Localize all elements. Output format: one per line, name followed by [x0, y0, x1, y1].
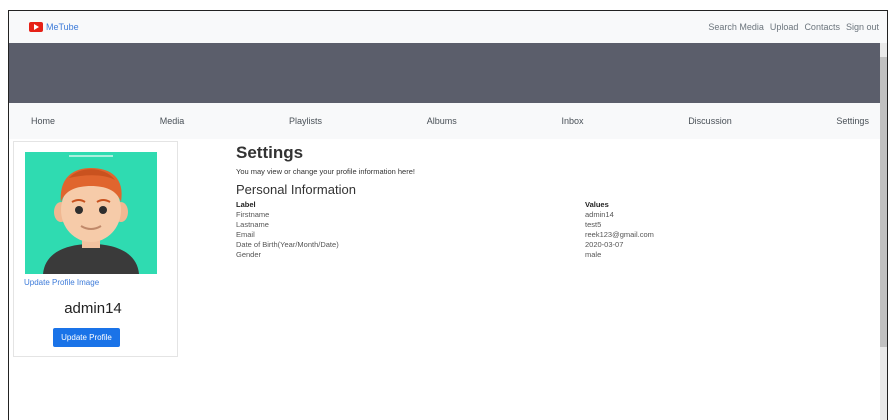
top-navbar: MeTube Search Media Upload Contacts Sign… [9, 11, 887, 43]
row-label: Email [236, 230, 255, 239]
nav-inbox[interactable]: Inbox [561, 116, 583, 126]
table-header-row: Label Values [236, 200, 876, 210]
update-profile-image-link[interactable]: Update Profile Image [24, 278, 99, 287]
avatar-illustration-icon [25, 152, 157, 274]
row-value: admin14 [585, 210, 614, 219]
settings-content: Settings You may view or change your pro… [236, 143, 876, 260]
nav-home[interactable]: Home [31, 116, 55, 126]
browser-viewport: MeTube Search Media Upload Contacts Sign… [8, 10, 888, 420]
header-banner [9, 43, 887, 103]
row-value: 2020-03-07 [585, 240, 624, 249]
brand-logo[interactable]: MeTube [29, 22, 79, 32]
header-label: Label [236, 200, 256, 209]
upload-link[interactable]: Upload [770, 22, 799, 32]
search-media-link[interactable]: Search Media [708, 22, 764, 32]
row-value: test5 [585, 220, 602, 229]
row-value: male [585, 250, 602, 259]
table-row: Date of Birth(Year/Month/Date) 2020-03-0… [236, 240, 876, 250]
table-row: Email reek123@gmail.com [236, 230, 876, 240]
nav-albums[interactable]: Albums [427, 116, 457, 126]
sign-out-link[interactable]: Sign out [846, 22, 879, 32]
row-label: Gender [236, 250, 262, 259]
row-label: Lastname [236, 220, 269, 229]
personal-info-table: Label Values Firstname admin14 Lastname … [236, 200, 876, 260]
avatar [25, 152, 157, 274]
profile-username: admin14 [64, 300, 122, 317]
table-row: Gender male [236, 250, 876, 260]
update-profile-button[interactable]: Update Profile [53, 328, 120, 347]
nav-media[interactable]: Media [160, 116, 185, 126]
scrollbar-thumb[interactable] [880, 57, 887, 347]
nav-discussion[interactable]: Discussion [688, 116, 732, 126]
row-value: reek123@gmail.com [585, 230, 654, 239]
profile-card: Update Profile Image admin14 Update Prof… [13, 141, 178, 357]
table-row: Lastname test5 [236, 220, 876, 230]
top-links: Search Media Upload Contacts Sign out [708, 22, 879, 32]
table-row: Firstname admin14 [236, 210, 876, 220]
row-label: Firstname [236, 210, 270, 219]
brand-name: MeTube [46, 22, 79, 32]
header-values: Values [585, 200, 609, 209]
play-icon [29, 22, 43, 32]
page-title: Settings [236, 143, 304, 162]
nav-playlists[interactable]: Playlists [289, 116, 322, 126]
page-subtitle: You may view or change your profile info… [236, 167, 415, 176]
contacts-link[interactable]: Contacts [804, 22, 840, 32]
main-nav: Home Media Playlists Albums Inbox Discus… [9, 103, 887, 139]
nav-settings[interactable]: Settings [836, 116, 869, 126]
row-label: Date of Birth(Year/Month/Date) [236, 240, 339, 249]
section-title: Personal Information [236, 182, 356, 197]
